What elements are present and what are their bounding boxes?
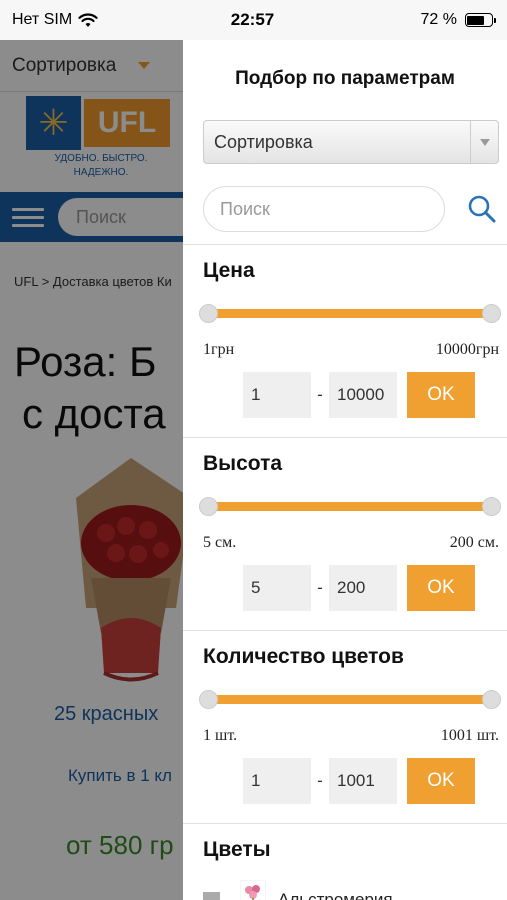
range-dash: - [317,385,323,404]
price-section-title: Цена [203,259,255,282]
status-bar: Нет SIM 22:57 72 % [0,0,507,40]
sort-select-value: Сортировка [214,131,313,152]
height-range-inputs: 5 - 200 OK [183,560,507,616]
price-max-label: 10000грн [435,341,499,358]
search-icon[interactable] [467,194,497,224]
price-min-handle[interactable] [199,304,218,323]
count-min-handle[interactable] [199,690,218,709]
height-min-handle[interactable] [199,497,218,516]
status-left: Нет SIM [12,11,162,29]
price-slider-track [203,309,497,318]
count-to-input[interactable]: 1001 [329,758,397,804]
height-max-label: 200 см. [449,534,499,551]
height-max-handle[interactable] [482,497,501,516]
count-section-title: Количество цветов [203,645,404,668]
price-max-handle[interactable] [482,304,501,323]
height-slider-track [203,502,497,511]
count-range-inputs: 1 - 1001 OK [183,753,507,809]
height-from-input[interactable]: 5 [243,565,311,611]
panel-search-row: Поиск [183,174,507,244]
status-right: 72 % [343,11,496,29]
range-dash: - [317,771,323,790]
count-slider-track [203,695,497,704]
panel-search-placeholder: Поиск [220,198,270,219]
count-max-label: 1001 шт. [440,727,499,744]
battery-icon [464,13,496,27]
panel-title: Подбор по параметрам [235,68,455,89]
filter-panel: Подбор по параметрам Сортировка Поиск Це… [183,40,507,900]
flower-thumbnail-icon [240,880,266,900]
range-dash: - [317,578,323,597]
price-from-input[interactable]: 1 [243,372,311,418]
price-range-inputs: 1 - 10000 OK [183,367,507,423]
count-ok-button[interactable]: OK [407,758,475,804]
count-range-labels: 1 шт. 1001 шт. [183,719,507,751]
price-slider[interactable] [199,293,501,333]
height-ok-button[interactable]: OK [407,565,475,611]
price-ok-button[interactable]: OK [407,372,475,418]
wifi-icon [78,12,98,27]
price-min-label: 1грн [203,341,235,358]
price-to-input[interactable]: 10000 [329,372,397,418]
flower-label: Альстромерия [278,890,393,900]
height-range-labels: 5 см. 200 см. [183,526,507,558]
price-range-labels: 1грн 10000грн [183,333,507,365]
sort-select[interactable]: Сортировка [203,120,499,164]
chevron-down-icon [470,121,498,163]
panel-search-input[interactable]: Поиск [203,186,445,232]
flower-checkbox[interactable] [203,891,220,900]
height-section-title: Высота [203,452,283,475]
count-slider[interactable] [199,679,501,719]
carrier-text: Нет SIM [12,11,73,28]
count-from-input[interactable]: 1 [243,758,311,804]
battery-fill [467,15,485,25]
clock: 22:57 [230,10,275,29]
battery-percent: 72 % [420,11,457,28]
count-min-label: 1 шт. [203,727,238,744]
flower-option[interactable]: Альстромерия [183,872,507,900]
height-min-label: 5 см. [203,534,237,551]
height-slider[interactable] [199,486,501,526]
count-max-handle[interactable] [482,690,501,709]
height-to-input[interactable]: 200 [329,565,397,611]
flowers-section-title: Цветы [203,838,271,861]
